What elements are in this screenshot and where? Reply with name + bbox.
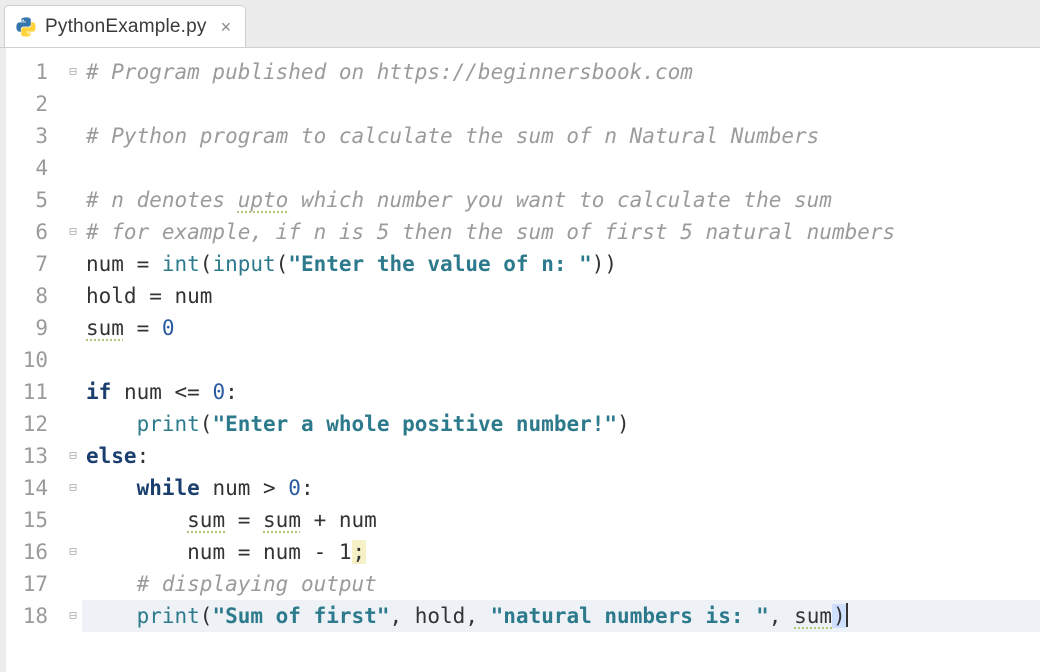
selection: ) [832, 604, 847, 628]
code-line-active[interactable]: print("Sum of first", hold, "natural num… [82, 600, 1040, 632]
line-number: 13 [6, 440, 62, 472]
line-number: 8 [6, 280, 62, 312]
code-line[interactable]: print("Enter a whole positive number!") [82, 408, 1040, 440]
line-number: 11 [6, 376, 62, 408]
line-number: 14 [6, 472, 62, 504]
comment-text: # displaying output [137, 572, 377, 596]
tab-strip: PythonExample.py × [0, 0, 1040, 48]
line-number: 16 [6, 536, 62, 568]
line-number: 2 [6, 88, 62, 120]
weak-warning: sum [86, 316, 124, 340]
line-number: 5 [6, 184, 62, 216]
code-line[interactable]: # for example, if n is 5 then the sum of… [82, 216, 1040, 248]
code-line[interactable]: # n denotes upto which number you want t… [82, 184, 1040, 216]
line-number: 4 [6, 152, 62, 184]
code-line[interactable]: if num <= 0: [82, 376, 1040, 408]
code-line[interactable]: else: [82, 440, 1040, 472]
code-line[interactable]: sum = 0 [82, 312, 1040, 344]
comment-text: # Python program to calculate the sum of… [86, 124, 819, 148]
code-line[interactable] [82, 152, 1040, 184]
code-editor[interactable]: 1 2 3 4 5 6 7 8 9 10 11 12 13 14 15 16 1… [0, 48, 1040, 672]
code-line[interactable]: hold = num [82, 280, 1040, 312]
code-line[interactable]: # Python program to calculate the sum of… [82, 120, 1040, 152]
code-line[interactable]: num = num - 1; [82, 536, 1040, 568]
line-number: 1 [6, 56, 62, 88]
code-line[interactable]: sum = sum + num [82, 504, 1040, 536]
code-line[interactable]: # displaying output [82, 568, 1040, 600]
code-line[interactable] [82, 88, 1040, 120]
text-cursor [846, 603, 848, 627]
comment-text: # Program published on https://beginners… [86, 60, 693, 84]
code-line[interactable]: num = int(input("Enter the value of n: "… [82, 248, 1040, 280]
python-file-icon [15, 16, 37, 38]
fold-handle-icon[interactable]: ⊟ [69, 482, 77, 495]
comment-text: # n denotes upto which number you want t… [86, 188, 832, 212]
line-number: 7 [6, 248, 62, 280]
line-number: 10 [6, 344, 62, 376]
line-number: 6 [6, 216, 62, 248]
line-number: 15 [6, 504, 62, 536]
warning-highlight: ; [352, 540, 367, 564]
comment-text: # for example, if n is 5 then the sum of… [86, 220, 895, 244]
fold-handle-icon[interactable]: ⊟ [69, 450, 77, 463]
weak-warning: sum [187, 508, 225, 532]
fold-handle-icon[interactable]: ⊟ [69, 226, 77, 239]
close-icon[interactable]: × [221, 18, 232, 36]
code-line[interactable]: while num > 0: [82, 472, 1040, 504]
line-number: 3 [6, 120, 62, 152]
tab-filename: PythonExample.py [45, 16, 207, 38]
fold-end-icon[interactable]: ⊟ [69, 546, 77, 559]
left-margin [0, 48, 6, 672]
typo-underline: upto [238, 188, 289, 212]
line-number: 9 [6, 312, 62, 344]
code-area[interactable]: # Program published on https://beginners… [82, 48, 1040, 672]
code-line[interactable] [82, 344, 1040, 376]
code-line[interactable]: # Program published on https://beginners… [82, 56, 1040, 88]
file-tab[interactable]: PythonExample.py × [4, 5, 246, 47]
line-number: 12 [6, 408, 62, 440]
fold-handle-icon[interactable]: ⊟ [69, 66, 77, 79]
